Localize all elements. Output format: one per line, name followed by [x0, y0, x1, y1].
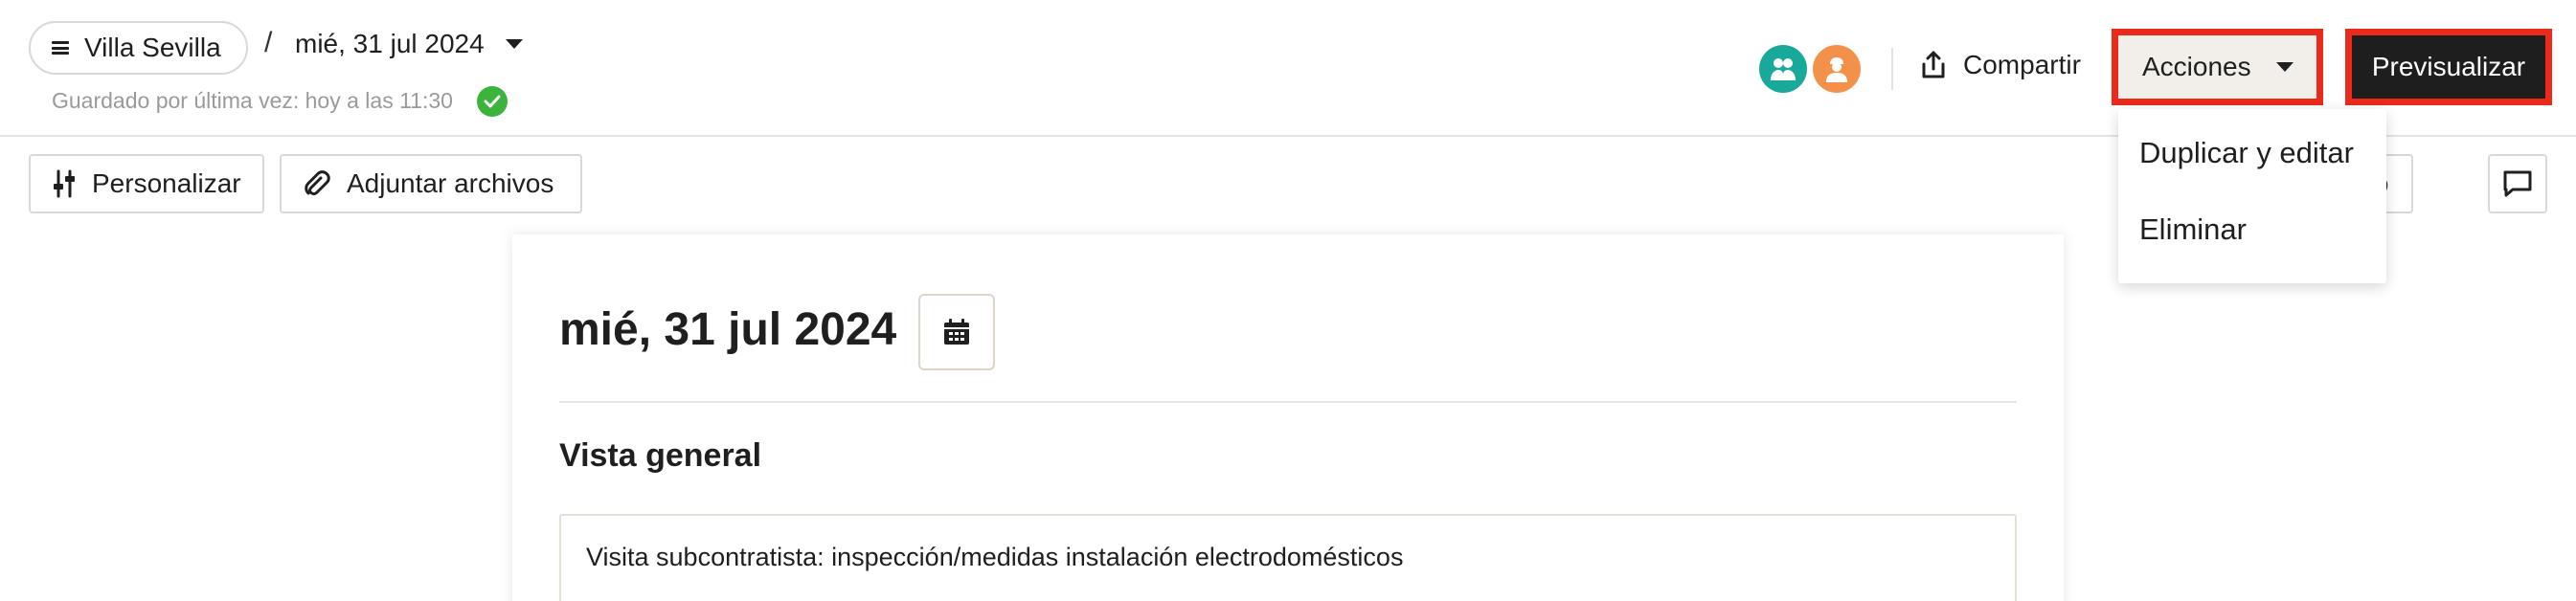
- document-title: mié, 31 jul 2024: [559, 304, 897, 355]
- check-circle-icon: [477, 86, 508, 117]
- attach-files-button[interactable]: Adjuntar archivos: [280, 154, 582, 213]
- customize-button[interactable]: Personalizar: [29, 154, 264, 213]
- overview-text-field[interactable]: Visita subcontratista: inspección/medida…: [559, 514, 2017, 601]
- calendar-icon: [944, 319, 969, 345]
- date-selector[interactable]: mié, 31 jul 2024: [295, 29, 523, 59]
- avatar-worker[interactable]: [1813, 45, 1861, 93]
- avatar-team[interactable]: [1759, 45, 1807, 93]
- preview-label: Previsualizar: [2371, 52, 2526, 81]
- share-icon: [1922, 51, 1945, 78]
- actions-dropdown-button[interactable]: Acciones: [2112, 29, 2323, 105]
- menu-item-duplicate-edit[interactable]: Duplicar y editar: [2139, 136, 2354, 170]
- project-name: Villa Sevilla: [84, 33, 221, 62]
- preview-button[interactable]: Previsualizar: [2345, 29, 2552, 105]
- actions-label: Acciones: [2142, 52, 2251, 81]
- overview-text: Visita subcontratista: inspección/medida…: [586, 543, 1404, 571]
- comment-icon: [2503, 170, 2532, 197]
- comments-button[interactable]: [2488, 154, 2547, 213]
- date-label: mié, 31 jul 2024: [295, 29, 485, 58]
- worker-icon: [1826, 57, 1847, 82]
- user-group-icon: [1771, 58, 1796, 80]
- share-label: Compartir: [1963, 50, 2081, 79]
- document-page: mié, 31 jul 2024 Vista general Visita su…: [512, 234, 2064, 601]
- customize-label: Personalizar: [92, 168, 241, 198]
- menu-icon: [52, 41, 69, 55]
- chevron-down-icon: [505, 39, 523, 49]
- sliders-icon: [54, 169, 75, 198]
- share-button[interactable]: Compartir: [1921, 50, 2081, 80]
- breadcrumb-separator: /: [264, 27, 273, 58]
- paperclip-icon: [305, 170, 330, 196]
- section-title: Vista general: [559, 437, 762, 474]
- project-menu-button[interactable]: Villa Sevilla: [29, 21, 248, 75]
- title-divider: [559, 401, 2017, 403]
- saved-status: Guardado por última vez: hoy a las 11:30: [52, 88, 453, 113]
- menu-item-delete[interactable]: Eliminar: [2139, 212, 2247, 247]
- actions-menu: Duplicar y editar Eliminar: [2118, 109, 2386, 283]
- header-divider: [1891, 48, 1893, 90]
- attach-files-label: Adjuntar archivos: [347, 168, 554, 198]
- calendar-button[interactable]: [918, 294, 995, 370]
- chevron-down-icon: [2275, 62, 2294, 72]
